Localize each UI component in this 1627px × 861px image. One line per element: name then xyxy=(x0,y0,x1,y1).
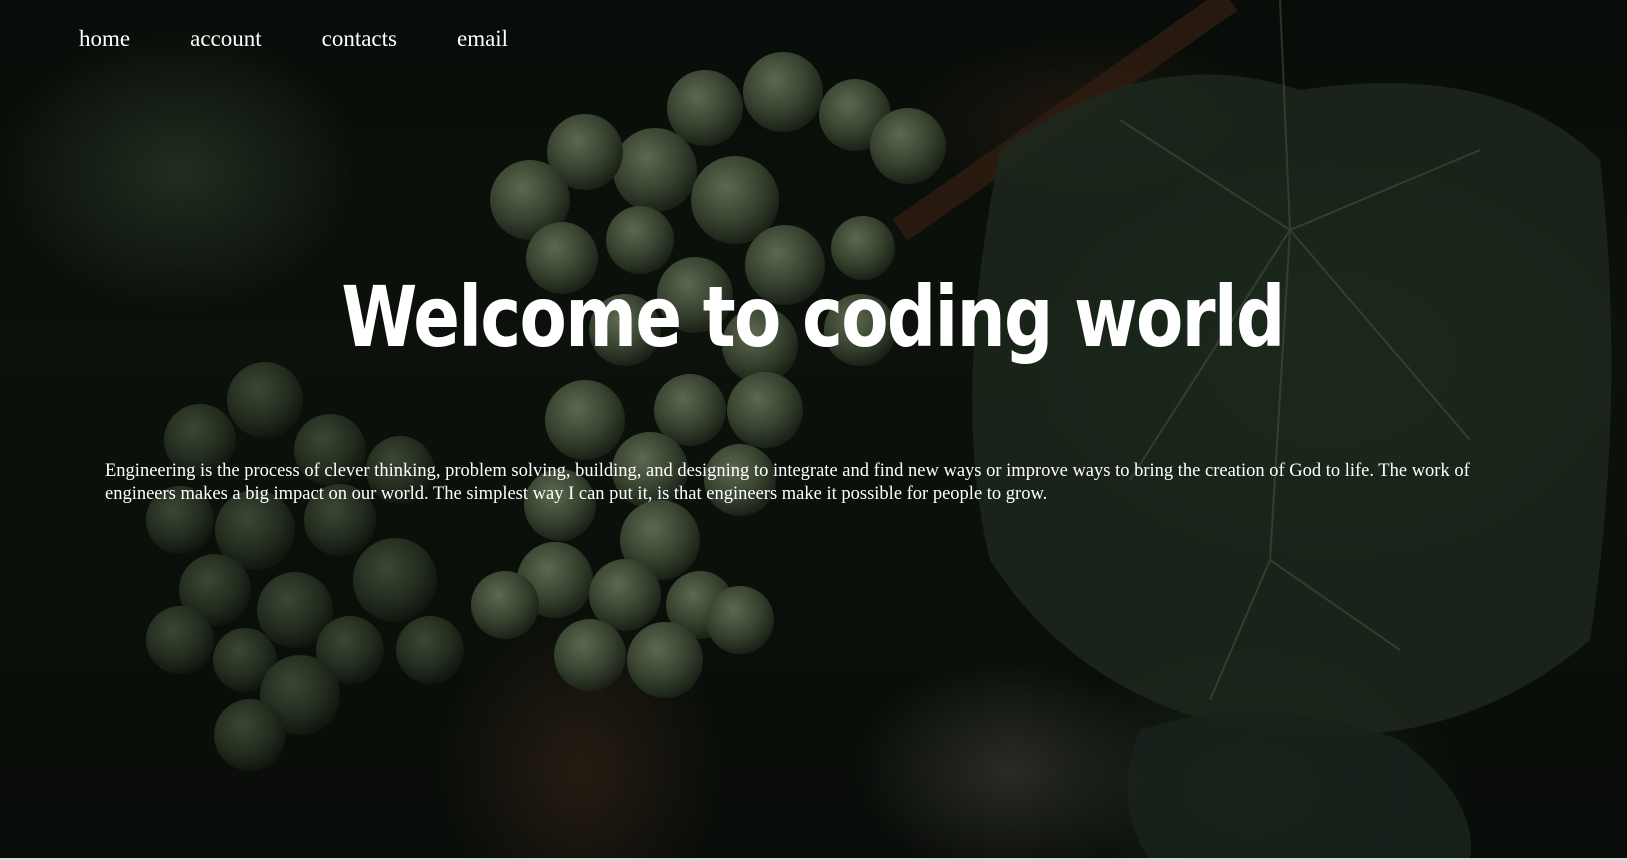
hero-paragraph: Engineering is the process of clever thi… xyxy=(105,461,1470,504)
top-nav: home account contacts email xyxy=(79,26,508,52)
nav-link-contacts[interactable]: contacts xyxy=(322,26,397,52)
nav-link-email[interactable]: email xyxy=(457,26,508,52)
hero-title: Welcome to coding world xyxy=(341,268,1285,366)
nav-link-account[interactable]: account xyxy=(190,26,262,52)
nav-link-home[interactable]: home xyxy=(79,26,130,52)
dark-overlay xyxy=(0,0,1627,861)
page: home account contacts email Welcome to c… xyxy=(0,0,1627,861)
